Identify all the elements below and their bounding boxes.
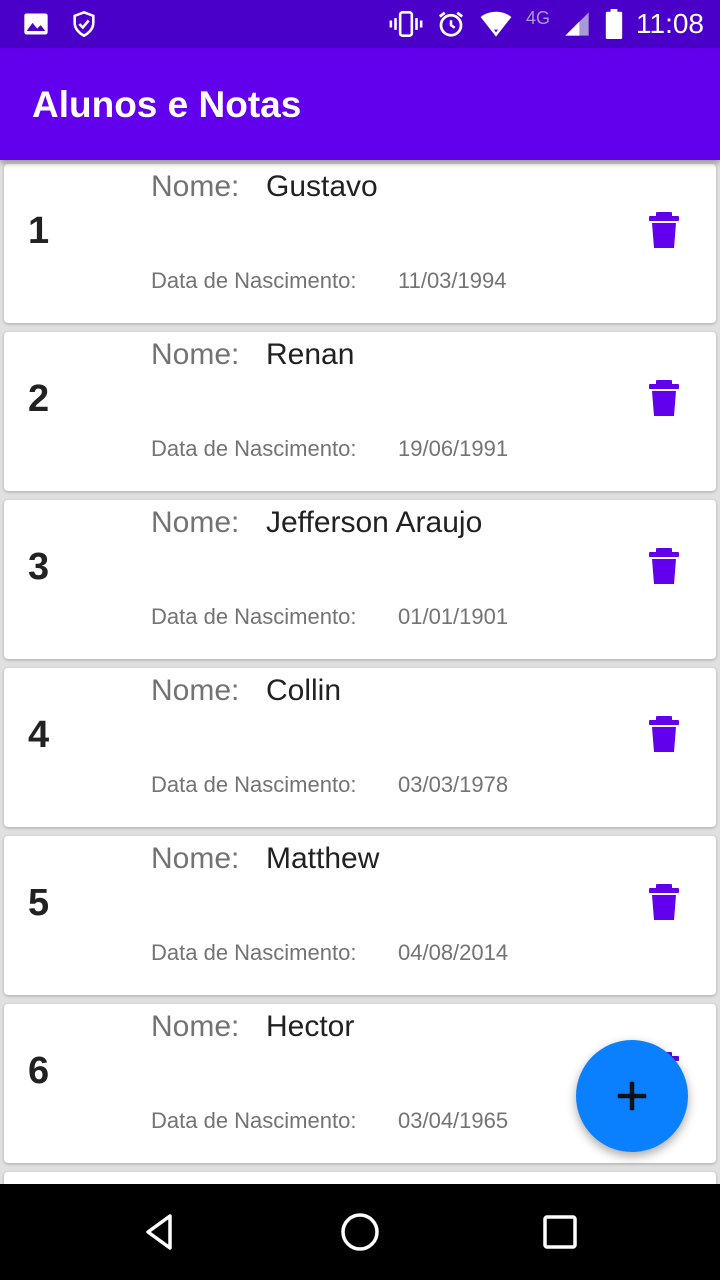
home-icon[interactable]	[336, 1208, 384, 1256]
student-name: Collin	[266, 674, 342, 707]
student-birth-date: 03/04/1965	[398, 1108, 509, 1133]
name-label: Nome:	[151, 506, 240, 539]
student-card[interactable]: 5 Nome: Matthew Data de Nascimento: 04/08/20…	[4, 836, 716, 995]
student-birth-date: 19/06/1991	[398, 436, 509, 461]
back-icon[interactable]	[136, 1208, 184, 1256]
student-card-partial[interactable]	[4, 1172, 716, 1184]
student-card[interactable]: 4 Nome: Collin Data de Nascimento: 03/03/197…	[4, 668, 716, 827]
wifi-icon	[480, 11, 512, 37]
birth-date-label: Data de Nascimento:	[151, 940, 357, 965]
name-label: Nome:	[151, 842, 240, 875]
delete-icon[interactable]	[644, 714, 684, 754]
network-type-label: 4G	[525, 7, 550, 28]
student-number: 2	[28, 378, 50, 420]
student-name: Gustavo	[266, 170, 378, 203]
signal-icon	[565, 12, 589, 36]
name-label: Nome:	[151, 170, 240, 203]
birth-date-label: Data de Nascimento:	[151, 436, 357, 461]
student-name: Hector	[266, 1010, 355, 1043]
navigation-bar	[0, 1184, 720, 1280]
alarm-icon	[438, 11, 464, 37]
status-time: 11:08	[636, 8, 704, 39]
plus-icon	[617, 1081, 647, 1111]
delete-icon[interactable]	[644, 210, 684, 250]
student-birth-date: 01/01/1901	[398, 604, 509, 629]
student-name: Matthew	[266, 842, 380, 875]
birth-date-label: Data de Nascimento:	[151, 1108, 357, 1133]
student-birth-date: 04/08/2014	[398, 940, 509, 965]
battery-icon	[605, 9, 623, 39]
recents-icon[interactable]	[536, 1208, 584, 1256]
student-card[interactable]: 3 Nome: Jefferson Araujo Data de Nascimento…	[4, 500, 716, 659]
shield-check-icon	[73, 10, 95, 38]
name-label: Nome:	[151, 674, 240, 707]
vibrate-icon	[389, 11, 423, 37]
image-icon	[24, 13, 48, 35]
app-bar: Alunos e Notas	[0, 48, 720, 160]
student-number: 3	[28, 546, 50, 588]
delete-icon[interactable]	[644, 546, 684, 586]
student-birth-date: 11/03/1994	[398, 268, 507, 293]
student-number: 6	[28, 1050, 50, 1092]
student-number: 5	[28, 882, 50, 924]
delete-icon[interactable]	[644, 378, 684, 418]
student-name: Renan	[266, 338, 355, 371]
status-bar: 4G 11:08	[0, 0, 720, 48]
delete-icon[interactable]	[644, 882, 684, 922]
name-label: Nome:	[151, 338, 240, 371]
student-number: 1	[28, 210, 50, 252]
student-name: Jefferson Araujo	[266, 506, 483, 539]
add-student-button[interactable]	[576, 1040, 688, 1152]
student-card[interactable]: 1 Nome: Gustavo Data de Nascimento: 11/03/19…	[4, 164, 716, 323]
birth-date-label: Data de Nascimento:	[151, 268, 357, 293]
student-card[interactable]: 2 Nome: Renan Data de Nascimento: 19/06/1991	[4, 332, 716, 491]
student-number: 4	[28, 714, 50, 756]
birth-date-label: Data de Nascimento:	[151, 772, 357, 797]
name-label: Nome:	[151, 1010, 240, 1043]
birth-date-label: Data de Nascimento:	[151, 604, 357, 629]
app-title: Alunos e Notas	[32, 84, 302, 125]
student-list[interactable]: 1 Nome: Gustavo Data de Nascimento: 11/03/19…	[0, 160, 720, 1184]
student-birth-date: 03/03/1978	[398, 772, 509, 797]
